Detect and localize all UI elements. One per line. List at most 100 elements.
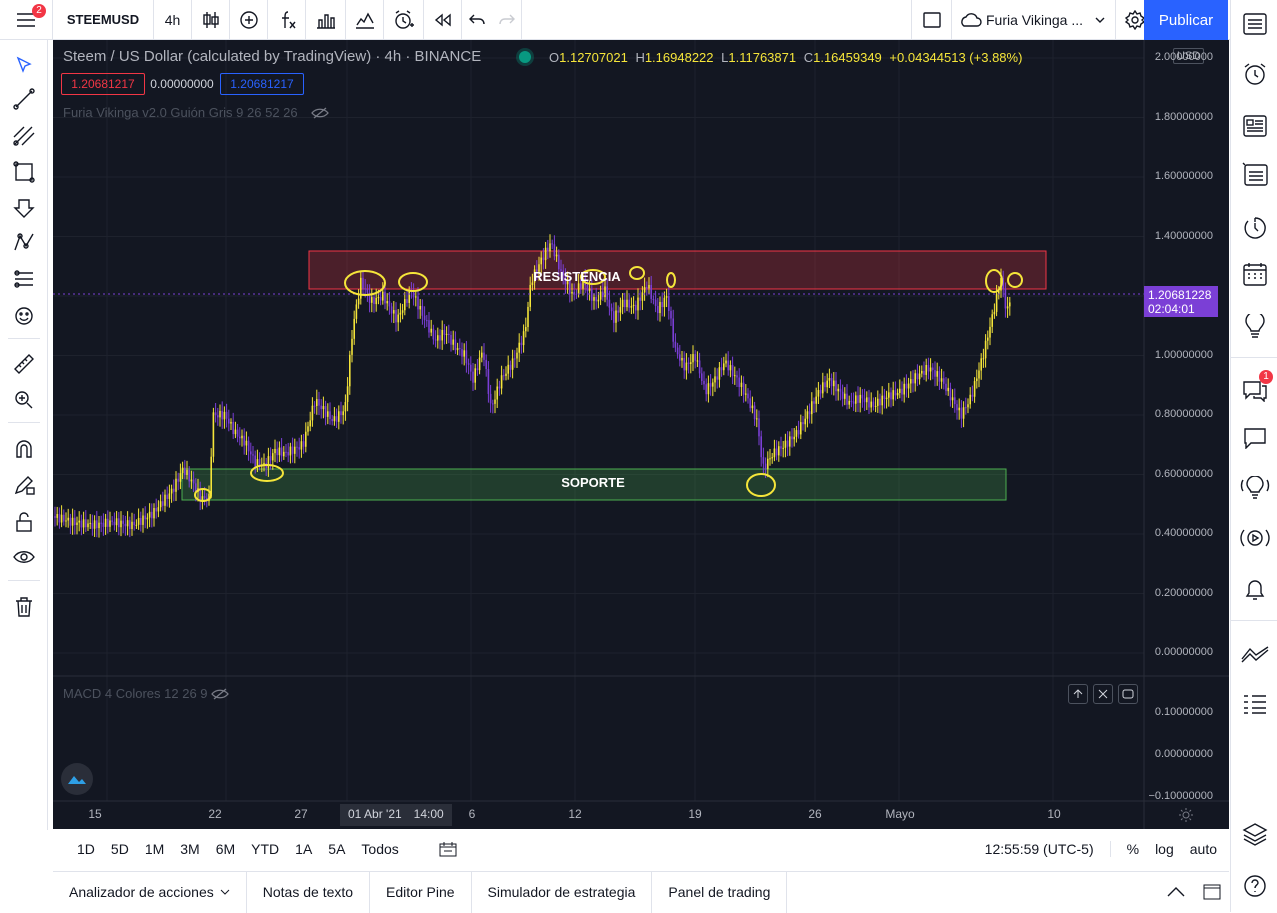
hide-tool[interactable]	[8, 542, 40, 572]
ideas-button[interactable]	[1239, 310, 1271, 342]
stay-drawing-tool[interactable]	[8, 470, 40, 500]
compare-symbol-button[interactable]	[346, 0, 384, 40]
redo-button[interactable]	[492, 0, 522, 40]
tab-trading-panel[interactable]: Panel de trading	[652, 871, 788, 913]
tab-text-notes[interactable]: Notas de texto	[247, 871, 371, 913]
period-button[interactable]: Todos	[353, 841, 406, 857]
chart-pane[interactable]: Steem / US Dollar (calculated by Trading…	[53, 40, 1229, 829]
candle-body	[247, 440, 250, 452]
zoom-tool[interactable]	[8, 385, 40, 415]
period-button[interactable]: 1D	[69, 841, 103, 857]
clock[interactable]: 12:55:59 (UTC-5)	[977, 841, 1111, 857]
remove-tool[interactable]	[8, 592, 40, 622]
eye-hidden-icon[interactable]	[311, 106, 329, 120]
chevron-up-icon[interactable]	[1167, 887, 1185, 897]
auto-toggle[interactable]: auto	[1182, 841, 1229, 857]
candle-body	[588, 288, 591, 292]
hotlist-button[interactable]	[1239, 158, 1271, 190]
candle-body	[808, 411, 811, 415]
alerts-button[interactable]	[1239, 58, 1271, 90]
private-chats-button[interactable]	[1239, 422, 1271, 454]
streams-button[interactable]	[1239, 472, 1271, 504]
candle-body	[890, 392, 892, 400]
settings-icon[interactable]	[1178, 807, 1194, 823]
symbol-title[interactable]: Steem / US Dollar (calculated by Trading…	[63, 48, 481, 65]
candle-body	[485, 359, 487, 370]
buy-price[interactable]: 1.20681217	[220, 73, 304, 95]
interval-button[interactable]: 4h	[154, 0, 192, 40]
compare-button[interactable]	[230, 0, 268, 40]
tradingview-logo[interactable]	[61, 763, 93, 795]
alert-button[interactable]	[384, 0, 424, 40]
candle-body	[630, 305, 633, 308]
sell-price[interactable]: 1.20681217	[61, 73, 145, 95]
indicators-button[interactable]	[268, 0, 306, 40]
pattern-tool[interactable]	[8, 228, 40, 258]
chevron-down-icon	[220, 889, 230, 895]
fib-tool[interactable]	[8, 121, 40, 151]
annotation-tool[interactable]	[8, 193, 40, 223]
layout-icon	[922, 11, 941, 28]
market-status-dot[interactable]	[519, 51, 531, 63]
replay-button[interactable]	[424, 0, 462, 40]
economic-calendar-button[interactable]	[1239, 258, 1271, 290]
symbol-search[interactable]: STEEMUSD	[53, 0, 154, 40]
resistance-label[interactable]: RESISTENCIA	[429, 269, 725, 284]
icon-tool[interactable]	[8, 301, 40, 331]
templates-button[interactable]	[306, 0, 346, 40]
watchlist-button[interactable]	[1239, 8, 1271, 40]
candle-body	[549, 243, 551, 252]
period-button[interactable]: 5A	[320, 841, 353, 857]
shape-tool[interactable]	[8, 157, 40, 187]
eye-icon	[13, 551, 35, 563]
close-pane-button[interactable]	[1093, 684, 1113, 704]
cursor-tool[interactable]	[8, 50, 40, 80]
candle-body	[725, 360, 727, 364]
trendline-tool[interactable]	[8, 84, 40, 114]
candle-body	[727, 360, 729, 371]
candle-body	[511, 358, 514, 370]
prediction-tool[interactable]	[8, 265, 40, 295]
live-button[interactable]	[1239, 522, 1271, 554]
maximize-panel-icon[interactable]	[1203, 884, 1221, 900]
news-button[interactable]	[1239, 110, 1271, 142]
chart-type-button[interactable]	[192, 0, 230, 40]
log-toggle[interactable]: log	[1147, 841, 1182, 857]
layout-name-button[interactable]: Furia Vikinga ...	[952, 0, 1116, 40]
undo-button[interactable]	[462, 0, 492, 40]
object-tree-button[interactable]	[1239, 638, 1271, 670]
candle-body	[371, 297, 373, 303]
publish-button[interactable]: Publicar	[1144, 0, 1228, 40]
layers-button[interactable]	[1239, 818, 1271, 850]
layout-button[interactable]	[912, 0, 952, 40]
tab-stock-screener[interactable]: Analizador de acciones	[53, 871, 247, 913]
period-button[interactable]: 3M	[172, 841, 207, 857]
indicator-legend[interactable]: Furia Vikinga v2.0 Guión Gris 9 26 52 26	[63, 105, 298, 120]
calendar-button[interactable]	[1239, 212, 1271, 244]
macd-legend[interactable]: MACD 4 Colores 12 26 9	[63, 686, 208, 701]
tab-pine-editor[interactable]: Editor Pine	[370, 871, 472, 913]
candle-body	[109, 520, 111, 527]
eye-hidden-icon[interactable]	[211, 687, 229, 701]
data-window-button[interactable]	[1239, 688, 1271, 720]
tab-strategy-tester[interactable]: Simulador de estrategia	[472, 871, 653, 913]
period-button[interactable]: YTD	[243, 841, 287, 857]
notifications-button[interactable]	[1239, 574, 1271, 606]
period-button[interactable]: 5D	[103, 841, 137, 857]
lock-tool[interactable]	[8, 507, 40, 537]
candle-body	[388, 301, 391, 307]
period-button[interactable]: 1A	[287, 841, 320, 857]
maximize-pane-button[interactable]	[1118, 684, 1138, 704]
measure-tool[interactable]	[8, 349, 40, 379]
menu-button[interactable]: 2	[0, 0, 53, 40]
help-button[interactable]	[1239, 870, 1271, 902]
period-button[interactable]: 1M	[137, 841, 172, 857]
support-label[interactable]: SOPORTE	[473, 475, 713, 490]
move-pane-up-button[interactable]	[1068, 684, 1088, 704]
magnet-tool[interactable]	[8, 434, 40, 464]
period-button[interactable]: 6M	[208, 841, 243, 857]
chart-canvas[interactable]	[53, 40, 1229, 829]
percent-toggle[interactable]: %	[1111, 841, 1147, 857]
date-range-icon[interactable]	[439, 841, 457, 857]
chats-button[interactable]: 1	[1239, 370, 1273, 406]
